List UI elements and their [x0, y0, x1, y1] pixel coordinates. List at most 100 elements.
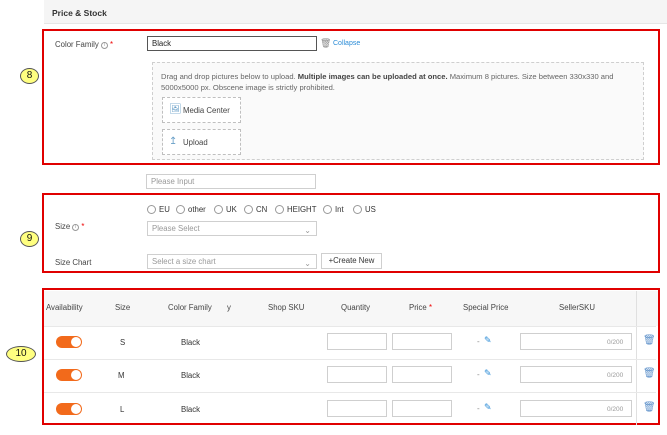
section-header: Price & Stock [44, 0, 667, 24]
size-select-placeholder: Please Select [152, 224, 200, 233]
row-size: M [118, 371, 125, 380]
color-family-input[interactable]: Black [147, 36, 317, 51]
price-input[interactable] [392, 366, 452, 383]
size-option-int[interactable]: Int [323, 205, 344, 214]
radio-circle [275, 205, 284, 214]
trash-icon[interactable]: 🗑 [320, 38, 331, 49]
th-color-family: Color Family [168, 303, 212, 312]
dropzone-instructions: Drag and drop pictures below to upload. … [161, 71, 639, 93]
quantity-input[interactable] [327, 366, 387, 383]
availability-toggle[interactable] [56, 336, 82, 348]
trash-icon[interactable]: 🗑 [643, 402, 656, 413]
th-price-text: Price [409, 303, 427, 312]
size-option-other[interactable]: other [176, 205, 206, 214]
required-marker: * [81, 222, 85, 231]
size-option-label: UK [226, 205, 237, 214]
edit-icon[interactable]: ✎ [484, 368, 492, 379]
size-option-us[interactable]: US [353, 205, 376, 214]
toggle-knob [71, 337, 81, 347]
size-option-height[interactable]: HEIGHT [275, 205, 316, 214]
radio-circle [244, 205, 253, 214]
please-input-field[interactable]: Please Input [146, 174, 316, 189]
row-divider [44, 359, 656, 360]
size-option-eu[interactable]: EU [147, 205, 170, 214]
color-family-label-text: Color Family [55, 40, 99, 49]
upload-icon: ↥ [169, 136, 178, 147]
size-option-label: EU [159, 205, 170, 214]
row-color: Black [181, 405, 201, 414]
info-icon[interactable]: i [100, 42, 108, 49]
size-option-label: HEIGHT [287, 205, 317, 214]
size-option-label: Int [335, 205, 344, 214]
color-family-value: Black [152, 39, 172, 48]
chevron-down-icon: ⌄ [304, 226, 311, 235]
row-color: Black [181, 371, 201, 380]
radio-circle [147, 205, 156, 214]
size-label-text: Size [55, 222, 71, 231]
please-input-placeholder: Please Input [151, 177, 195, 186]
size-option-uk[interactable]: UK [214, 205, 237, 214]
upload-label: Upload [183, 138, 208, 147]
th-size: Size [115, 303, 131, 312]
media-center-button[interactable]: 🖼 Media Center [162, 97, 241, 123]
toggle-knob [71, 404, 81, 414]
annotation-badge-8: 8 [20, 68, 39, 84]
row-size: S [120, 338, 126, 347]
upload-button[interactable]: ↥ Upload [162, 129, 241, 155]
toggle-knob [71, 370, 81, 380]
required-marker: * [109, 40, 113, 49]
special-price-dash: - [477, 404, 480, 413]
size-option-label: other [188, 205, 206, 214]
required-marker: * [428, 303, 432, 312]
row-color: Black [181, 338, 201, 347]
size-chart-placeholder: Select a size chart [152, 257, 216, 266]
th-price: Price * [409, 303, 432, 312]
row-divider [44, 326, 656, 327]
size-option-label: US [365, 205, 376, 214]
size-chart-label: Size Chart [55, 258, 92, 267]
availability-toggle[interactable] [56, 369, 82, 381]
image-dropzone[interactable]: Drag and drop pictures below to upload. … [152, 62, 644, 160]
th-clipped: y [227, 303, 231, 312]
trash-icon[interactable]: 🗑 [643, 335, 656, 346]
radio-circle [323, 205, 332, 214]
char-counter: 0/200 [607, 372, 624, 379]
size-chart-select[interactable]: Select a size chart ⌄ [147, 254, 317, 269]
chevron-down-icon: ⌄ [304, 259, 311, 268]
size-select[interactable]: Please Select ⌄ [147, 221, 317, 236]
drop-text-1: Drag and drop pictures below to upload. [161, 72, 298, 81]
quantity-input[interactable] [327, 333, 387, 350]
edit-icon[interactable]: ✎ [484, 402, 492, 413]
radio-circle [214, 205, 223, 214]
create-new-button[interactable]: +Create New [321, 253, 382, 269]
size-option-label: CN [256, 205, 268, 214]
special-price-dash: - [477, 337, 480, 346]
row-divider [44, 392, 656, 393]
row-size: L [120, 405, 125, 414]
annotation-badge-10: 10 [6, 346, 36, 362]
th-seller-sku: SellerSKU [559, 303, 595, 312]
edit-icon[interactable]: ✎ [484, 335, 492, 346]
trash-icon[interactable]: 🗑 [643, 368, 656, 379]
th-special-price: Special Price [463, 303, 509, 312]
th-quantity: Quantity [341, 303, 371, 312]
size-label: Size i * [55, 222, 84, 231]
availability-toggle[interactable] [56, 403, 82, 415]
char-counter: 0/200 [607, 339, 624, 346]
media-center-label: Media Center [183, 106, 230, 115]
annotation-badge-9: 9 [20, 231, 39, 247]
radio-circle [353, 205, 362, 214]
image-icon: 🖼 [169, 104, 182, 115]
quantity-input[interactable] [327, 400, 387, 417]
drop-text-bold: Multiple images can be uploaded at once. [297, 72, 448, 81]
collapse-link[interactable]: Collapse [333, 40, 360, 47]
price-input[interactable] [392, 400, 452, 417]
color-family-label: Color Family i * [55, 40, 113, 49]
special-price-dash: - [477, 370, 480, 379]
th-shop-sku: Shop SKU [268, 303, 305, 312]
th-availability: Availability [46, 303, 83, 312]
info-icon[interactable]: i [72, 224, 80, 231]
size-option-cn[interactable]: CN [244, 205, 267, 214]
char-counter: 0/200 [607, 406, 624, 413]
price-input[interactable] [392, 333, 452, 350]
